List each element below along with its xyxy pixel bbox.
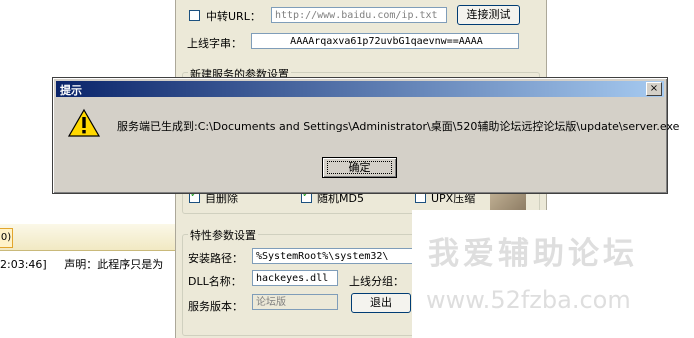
watermark-url: www.52fzba.com	[426, 286, 631, 314]
dll-name-label: DLL名称：	[188, 275, 242, 288]
install-path-label: 安装路径：	[188, 252, 243, 265]
exit-button[interactable]: 退出	[351, 293, 411, 313]
log-line: 2:03:46] 声明：此程序只是为	[0, 256, 163, 272]
online-group-label: 上线分组：	[349, 275, 404, 288]
ok-button[interactable]: 确定	[322, 157, 397, 178]
close-icon[interactable]: ×	[646, 82, 662, 96]
log-time: 2:03:46]	[0, 258, 47, 271]
message-dialog: 提示 × 服务端已生成到:C:\Documents and Settings\A…	[52, 77, 679, 194]
watermark: 我爱辅助论坛 www.52fzba.com	[412, 210, 694, 338]
left-window-tab-strip: 0)	[0, 224, 175, 251]
dll-name-field[interactable]: hackeyes.dll	[252, 270, 338, 286]
special-params-group-title: 特性参数设置	[188, 227, 258, 243]
service-version-label: 服务版本：	[188, 300, 243, 313]
dialog-title-bar[interactable]: 提示 ×	[56, 81, 664, 97]
warning-icon	[68, 108, 100, 137]
relay-url-field[interactable]: http://www.baidu.com/ip.txt	[271, 7, 447, 23]
online-string-field[interactable]: AAAArqaxva61p72uvbG1qaevnw==AAAA	[251, 33, 519, 49]
left-window-tab[interactable]: 0)	[0, 228, 13, 248]
watermark-text: 我爱辅助论坛	[428, 236, 638, 272]
dialog-message: 服务端已生成到:C:\Documents and Settings\Admini…	[117, 120, 680, 133]
relay-url-checkbox[interactable]	[189, 10, 200, 21]
connection-test-button[interactable]: 连接测试	[457, 5, 520, 25]
install-path-field[interactable]: %SystemRoot%\system32\	[252, 248, 422, 264]
relay-url-label: 中转URL：	[206, 10, 261, 23]
dialog-title: 提示	[60, 84, 82, 97]
online-string-label: 上线字串：	[187, 37, 242, 50]
ok-button-focus-ring	[327, 161, 392, 174]
service-version-field[interactable]: 论坛版	[252, 294, 338, 310]
log-text: 声明：此程序只是为	[64, 258, 164, 271]
